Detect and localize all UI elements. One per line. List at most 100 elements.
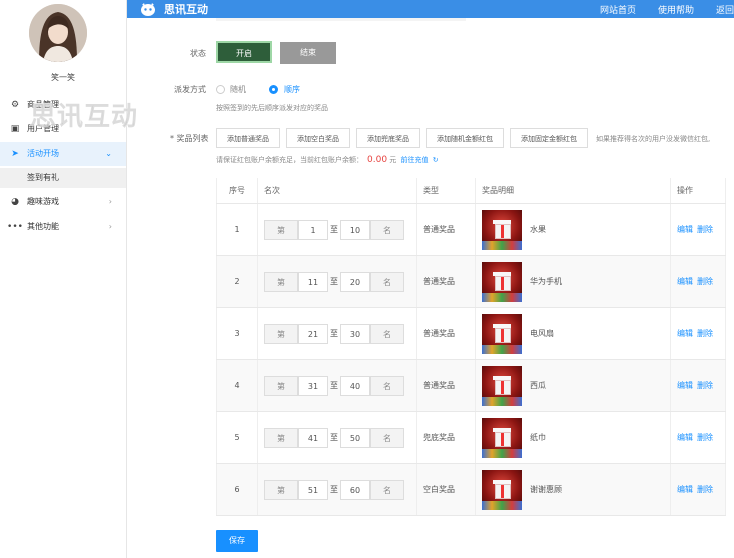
prize-image [482, 313, 522, 354]
row-index: 5 [216, 411, 258, 464]
prize-name: 华为手机 [530, 277, 562, 286]
edit-link[interactable]: 编辑 [677, 225, 693, 234]
balance-amount: 0.00 [367, 155, 388, 165]
row-prize: 水果 [475, 203, 671, 256]
row-actions: 编辑 删除 [670, 463, 726, 516]
col-index: 序号 [216, 178, 258, 204]
rank-to-text: 至 [330, 225, 338, 234]
prize-list-label: * 奖品列表 [170, 134, 209, 143]
app-title: 思讯互动 [164, 3, 208, 16]
main-content: 状态 开启 结束 派发方式 随机 顺序 按照签到的先后顺序派发对应的奖品 * 奖… [126, 18, 734, 558]
row-actions: 编辑 删除 [670, 255, 726, 308]
rank-to-input[interactable]: 20 [340, 271, 370, 292]
rank-to-text: 至 [330, 277, 338, 286]
delete-link[interactable]: 删除 [697, 225, 713, 234]
radio-random[interactable] [216, 85, 225, 94]
rank-from-input[interactable]: 31 [298, 375, 328, 396]
sidebar-item-activity[interactable]: ➤ 活动开场 ⌄ [0, 142, 126, 166]
rank-from-input[interactable]: 11 [298, 271, 328, 292]
prize-name: 西瓜 [530, 381, 546, 390]
prize-name: 谢谢惠顾 [530, 485, 562, 494]
sidebar-item-users[interactable]: ▣ 用户管理 [0, 117, 126, 141]
add-blank-prize-button[interactable]: 添加空白奖品 [286, 128, 350, 148]
chevron-right-icon: › [108, 197, 112, 206]
rank-from-input[interactable]: 41 [298, 427, 328, 448]
rank-range: 第 31 至 40 名 [264, 375, 416, 396]
add-random-redpacket-button[interactable]: 添加随机金额红包 [426, 128, 504, 148]
row-index: 1 [216, 203, 258, 256]
add-fallback-prize-button[interactable]: 添加兜底奖品 [356, 128, 420, 148]
sidebar-item-games[interactable]: ◕ 趣味游戏 › [0, 190, 126, 214]
edit-link[interactable]: 编辑 [677, 433, 693, 442]
prize-name: 电风扇 [530, 329, 554, 338]
rank-suffix: 名 [370, 479, 404, 500]
radio-sequence-label: 顺序 [284, 85, 300, 94]
logo-icon [138, 0, 158, 18]
delete-link[interactable]: 删除 [697, 381, 713, 390]
status-label: 状态 [190, 49, 206, 58]
chevron-right-icon: › [108, 222, 112, 231]
recharge-link[interactable]: 前往充值 [401, 156, 429, 164]
edit-link[interactable]: 编辑 [677, 329, 693, 338]
row-rank: 第 51 至 60 名 [257, 463, 417, 516]
rank-prefix: 第 [264, 375, 298, 396]
rank-to-input[interactable]: 40 [340, 375, 370, 396]
delete-link[interactable]: 删除 [697, 485, 713, 494]
username: 笑一笑 [51, 73, 75, 82]
delete-link[interactable]: 删除 [697, 433, 713, 442]
table-row: 4 第 31 至 40 名 普通奖品 西瓜 编辑 删除 [216, 359, 726, 412]
col-prize: 奖品明细 [475, 178, 671, 204]
nav-back-link[interactable]: 返回 [716, 3, 734, 16]
sidebar-item-label: 趣味游戏 [27, 197, 59, 206]
nav-help-link[interactable]: 使用帮助 [658, 3, 694, 16]
prize-detail: 电风扇 [482, 313, 670, 354]
add-normal-prize-button[interactable]: 添加普通奖品 [216, 128, 280, 148]
row-type: 空白奖品 [416, 463, 476, 516]
sidebar-subitem-signin[interactable]: 签到有礼 [0, 168, 126, 188]
rank-to-input[interactable]: 50 [340, 427, 370, 448]
status-off-button[interactable]: 结束 [280, 42, 336, 64]
rank-from-input[interactable]: 1 [298, 219, 328, 240]
edit-link[interactable]: 编辑 [677, 381, 693, 390]
rank-suffix: 名 [370, 375, 404, 396]
delete-link[interactable]: 删除 [697, 277, 713, 286]
rank-from-input[interactable]: 51 [298, 479, 328, 500]
prize-image [482, 209, 522, 250]
status-on-button[interactable]: 开启 [216, 41, 272, 63]
ellipsis-icon: ••• [7, 222, 23, 232]
briefcase-icon: ▣ [10, 124, 20, 134]
col-type: 类型 [416, 178, 476, 204]
prize-image [482, 417, 522, 458]
prize-detail: 谢谢惠顾 [482, 469, 670, 510]
prize-detail: 华为手机 [482, 261, 670, 302]
rank-to-input[interactable]: 30 [340, 323, 370, 344]
row-prize: 西瓜 [475, 359, 671, 412]
sidebar-item-label: 用户管理 [27, 124, 59, 133]
delete-link[interactable]: 删除 [697, 329, 713, 338]
edit-link[interactable]: 编辑 [677, 485, 693, 494]
sidebar-item-other[interactable]: ••• 其他功能 › [0, 215, 126, 239]
rank-to-text: 至 [330, 381, 338, 390]
prize-table: 序号 名次 类型 奖品明细 操作 1 第 1 至 10 名 普通奖品 水果 编辑… [216, 178, 726, 516]
paper-plane-icon: ➤ [11, 149, 19, 159]
rank-suffix: 名 [370, 219, 404, 240]
save-button[interactable]: 保存 [216, 530, 258, 552]
row-prize: 纸巾 [475, 411, 671, 464]
row-prize: 华为手机 [475, 255, 671, 308]
rank-to-input[interactable]: 10 [340, 219, 370, 240]
rank-to-input[interactable]: 60 [340, 479, 370, 500]
avatar[interactable] [29, 4, 87, 62]
prize-name: 水果 [530, 225, 546, 234]
rank-from-input[interactable]: 21 [298, 323, 328, 344]
refresh-icon[interactable]: ↻ [433, 156, 439, 164]
add-fixed-redpacket-button[interactable]: 添加固定金额红包 [510, 128, 588, 148]
chevron-down-icon: ⌄ [105, 149, 112, 158]
rank-suffix: 名 [370, 427, 404, 448]
row-prize: 电风扇 [475, 307, 671, 360]
row-index: 6 [216, 463, 258, 516]
edit-link[interactable]: 编辑 [677, 277, 693, 286]
sidebar-item-product[interactable]: ⚙ 商品管理 [0, 93, 126, 117]
nav-home-link[interactable]: 网站首页 [600, 3, 636, 16]
radio-sequence[interactable] [269, 85, 278, 94]
rank-to-text: 至 [330, 433, 338, 442]
